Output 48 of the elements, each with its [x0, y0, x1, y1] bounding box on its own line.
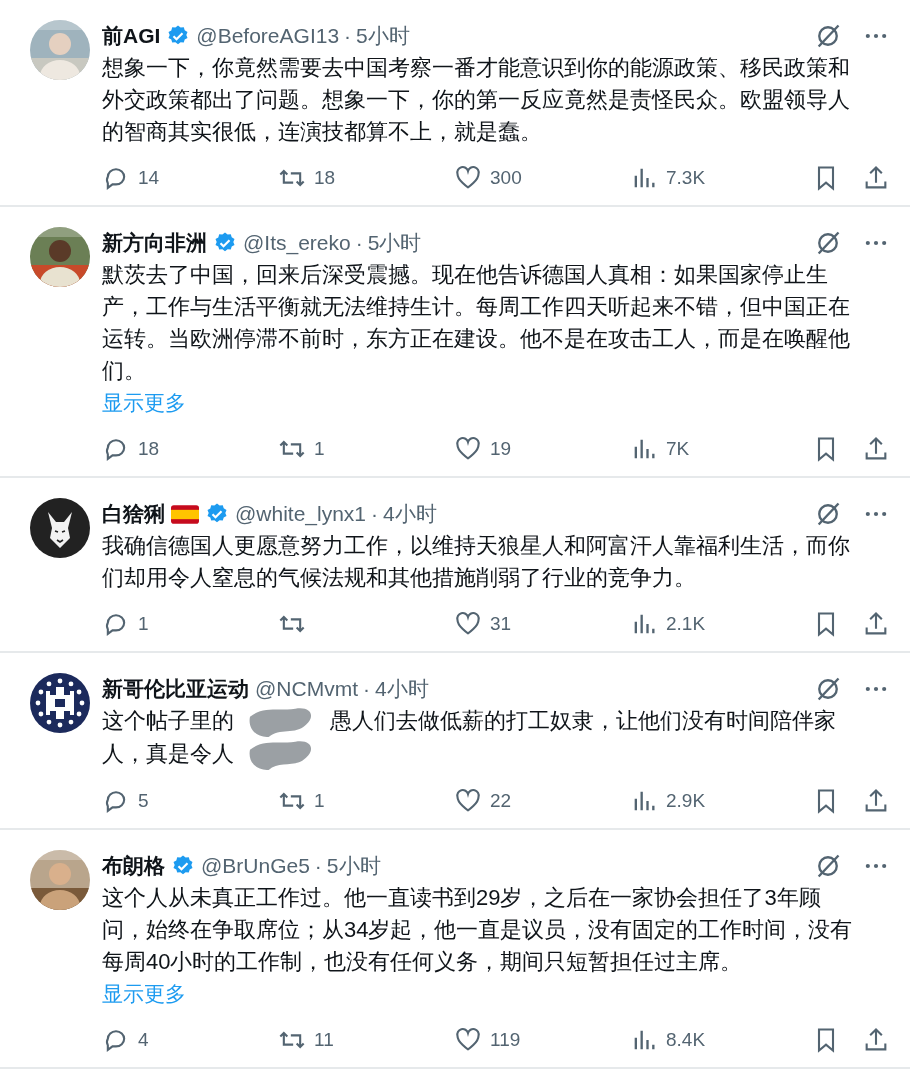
- post-time[interactable]: 4小时: [383, 500, 437, 528]
- reply-count: 18: [138, 438, 160, 460]
- lynx-avatar-icon: [30, 498, 90, 558]
- like-count: 19: [490, 438, 512, 460]
- user-handle[interactable]: @BrUnGe5: [201, 854, 310, 879]
- reply-count: 5: [138, 790, 149, 813]
- user-name[interactable]: 新方向非洲: [102, 229, 207, 257]
- post-time[interactable]: 4小时: [375, 675, 429, 703]
- post-text: 这个人从未真正工作过。他一直读书到29岁，之后在一家协会担任了3年顾问，始终在争取席位；从34岁起，他一直是议员，没有固定的工作时间，没有每周40小时的工作制，也没有任何义务，期间只短暂担任过主席。: [102, 885, 853, 975]
- reply-count: 4: [138, 1029, 149, 1052]
- separator-dot: ·: [355, 231, 363, 255]
- post-text: 想象一下，你竟然需要去中国考察一番才能意识到你的能源政策、移民政策和外交政策都出了问题。想象一下，你的第一反应竟然是责怪民众。欧盟领导人的智商其实很低，连演技都算不上，就是蠢。: [102, 55, 850, 144]
- view-count: 8.4K: [666, 1029, 706, 1052]
- view-count: 7.3K: [666, 167, 706, 189]
- emblem-avatar-icon: [30, 673, 90, 733]
- repost-count: 11: [314, 1029, 334, 1052]
- user-handle[interactable]: @BeforeAGI13: [196, 24, 340, 48]
- post-text: 我确信德国人更愿意努力工作，以维持天狼星人和阿富汗人靠福利生活，而你们却用令人窒息的气候法规和其他措施削弱了行业的竞争力。: [102, 533, 850, 590]
- user-handle[interactable]: @white_lynx1: [235, 502, 367, 526]
- view-count: 2.9K: [666, 790, 706, 813]
- view-count: 7K: [666, 438, 690, 460]
- post-text: 人，真是令人: [102, 741, 234, 767]
- user-name[interactable]: 新哥伦比亚运动: [102, 675, 249, 703]
- like-count: 22: [490, 790, 512, 813]
- separator-dot: ·: [344, 24, 352, 48]
- post-text: 默茨去了中国，回来后深受震撼。现在他告诉德国人真相：如果国家停止生产，工作与生活平衡就无法维持生计。每周工作四天听起来不错，但中国正在运转。当欧洲停滞不前时，东方正在建设。他不是在攻击工人，而是在唤醒他们。: [102, 262, 850, 383]
- like-count: 300: [490, 167, 522, 189]
- post-text: 这个帖子里的: [102, 708, 234, 733]
- user-name[interactable]: 前AGI: [102, 22, 161, 50]
- user-name[interactable]: 白猞猁: [102, 500, 165, 528]
- post-time[interactable]: 5小时: [367, 229, 422, 257]
- like-count: 119: [490, 1029, 521, 1052]
- repost-count: 1: [314, 438, 325, 460]
- view-count: 2.1K: [666, 613, 706, 635]
- separator-dot: ·: [371, 502, 379, 526]
- like-count: 31: [490, 613, 512, 635]
- reply-count: 1: [138, 613, 149, 635]
- post-time[interactable]: 5小时: [326, 852, 381, 881]
- reply-count: 14: [138, 167, 160, 189]
- user-handle[interactable]: @Its_ereko: [243, 231, 351, 255]
- repost-count: 1: [314, 790, 325, 813]
- separator-dot: ·: [314, 854, 322, 879]
- user-handle[interactable]: @NCMvmt: [255, 677, 358, 701]
- post-time[interactable]: 5小时: [356, 22, 410, 50]
- user-name[interactable]: 布朗格: [102, 852, 165, 881]
- repost-count: 18: [314, 167, 336, 189]
- separator-dot: ·: [363, 677, 370, 701]
- post-text: 愚人们去做低薪的打工奴隶，让他们没有时间陪伴家: [330, 708, 836, 733]
